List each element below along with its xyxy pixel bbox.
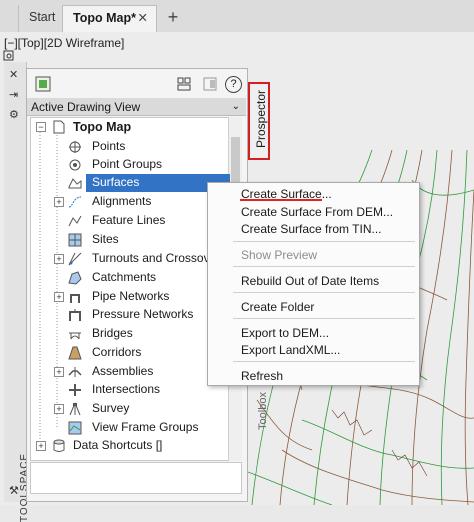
tree-item-label: Bridges [92,326,133,340]
document-tab-bar: Start Topo Map* ✕ + [0,0,474,33]
expand-toggle[interactable]: + [54,292,64,302]
alignments-icon [68,196,82,208]
menu-create-surface-from-tin[interactable]: Create Surface from TIN... [241,222,382,236]
tree-item-label: Catchments [92,270,157,284]
tree-item-label: Assemblies [92,364,154,378]
tree-item-pipe-networks[interactable]: Pipe Networks [66,288,228,306]
intersections-icon [69,384,81,396]
new-tab-button[interactable]: + [160,5,186,32]
tree-item-label: Surfaces [92,175,140,189]
menu-show-preview: Show Preview [241,248,318,262]
view-dropdown-value: Active Drawing View [31,100,141,114]
close-icon[interactable]: ✕ [138,6,148,31]
help-icon[interactable]: ? [225,76,242,93]
tree-item-assemblies[interactable]: Assemblies [66,363,228,381]
feature-lines-icon [68,215,82,227]
tree-item-corridors[interactable]: Corridors [66,344,228,362]
tree-item-label: Pressure Networks [92,307,194,321]
tree-item-label: Points [92,139,126,153]
tree-item-survey[interactable]: Survey [66,400,228,418]
tree-item-label: Feature Lines [92,213,166,227]
tree-item-feature-lines[interactable]: Feature Lines [66,212,228,230]
tab-topo-map[interactable]: Topo Map* ✕ [62,5,157,32]
assemblies-icon [68,367,82,377]
menu-separator [233,241,415,242]
tree-item-label: Turnouts and Crossove [92,251,217,265]
chevron-down-icon: ⌄ [231,101,240,112]
tree-item-label: View Frame Groups [92,420,199,434]
surfaces-icon [68,178,82,189]
menu-separator [233,292,415,293]
tree-item-points[interactable]: Points [66,138,228,156]
corridors-icon [68,346,82,360]
catchments-icon [68,271,82,285]
tree-item-label: Survey [92,401,130,415]
expand-toggle[interactable]: + [36,441,46,451]
menu-rebuild-out-of-date[interactable]: Rebuild Out of Date Items [241,274,379,288]
tree-item-label: Data Shortcuts [] [73,438,163,452]
drawing-view-icon[interactable] [35,76,51,92]
drawing-icon [53,120,65,134]
data-shortcuts-icon [53,439,65,452]
tree-item-label: Intersections [92,382,161,396]
view-frame-groups-icon [68,421,82,435]
tree-item-point-groups[interactable]: Point Groups [66,156,228,174]
prospector-tab-label: Prospector [254,89,268,149]
tree-item-surfaces[interactable]: Surfaces [66,174,228,192]
preview-toggle-icon[interactable] [202,76,218,92]
close-toolspace-icon[interactable]: ✕ [9,68,18,81]
sites-icon [68,233,82,247]
tree-item-label: Sites [92,232,119,246]
view-dropdown[interactable]: Active Drawing View ⌄ [27,98,246,116]
tree-item-data-shortcuts[interactable]: Data Shortcuts [] [50,437,228,455]
tree-item-intersections[interactable]: Intersections [66,381,228,399]
tree-root-label[interactable]: Topo Map [73,120,131,134]
tree-item-catchments[interactable]: Catchments [66,269,228,287]
menu-separator [233,266,415,267]
menu-export-landxml[interactable]: Export LandXML... [241,343,340,357]
tree-item-bridges[interactable]: Bridges [66,325,228,343]
collapse-toggle[interactable]: − [36,122,46,132]
auto-hide-icon[interactable]: ⇥ [9,88,18,101]
pipe-networks-icon [70,294,80,303]
expand-toggle[interactable]: + [54,197,64,207]
menu-create-surface-from-dem[interactable]: Create Surface From DEM... [241,205,393,219]
tree-item-label: Corridors [92,345,142,359]
expand-toggle[interactable]: + [54,367,64,377]
turnouts-icon [68,252,82,266]
tree-item-label: Alignments [92,194,152,208]
menu-refresh[interactable]: Refresh [241,369,283,383]
expand-toggle[interactable]: + [54,254,64,264]
tree-item-sites[interactable]: Sites [66,231,228,249]
tree-item-label: Point Groups [92,157,163,171]
tree-item-alignments[interactable]: Alignments [66,193,228,211]
tab-start[interactable]: Start [18,5,64,32]
tree-item-label: Pipe Networks [92,289,170,303]
pressure-networks-icon [69,309,81,321]
toolbox-tab[interactable]: Toolbox [257,392,269,430]
expand-toggle[interactable]: + [54,404,64,414]
menu-create-folder[interactable]: Create Folder [241,300,314,314]
toolspace-strip: ✕ ⇥ ⚙ TOOLSPACE ⚒ [4,62,30,522]
bridges-icon [69,332,81,340]
tools-icon[interactable]: ⚒ [9,484,19,497]
item-view-pane [30,462,242,494]
annotation-underline [240,199,322,201]
viewport-controls-label[interactable]: [−][Top][2D Wireframe] [4,36,124,50]
tab-topo-map-label: Topo Map* [73,11,136,25]
point-groups-icon [69,159,81,171]
ucs-icon [3,50,14,61]
item-view-icon[interactable] [176,76,192,92]
menu-export-to-dem[interactable]: Export to DEM... [241,326,329,340]
points-icon [69,141,81,153]
menu-separator [233,318,415,319]
tree-item-pressure-networks[interactable]: Pressure Networks [66,306,228,324]
tree-item-turnouts[interactable]: Turnouts and Crossove [66,250,228,268]
menu-separator [233,361,415,362]
properties-gear-icon[interactable]: ⚙ [9,108,19,121]
tree-item-view-frame-groups[interactable]: View Frame Groups [66,419,228,437]
survey-icon [69,402,81,416]
prospector-tab[interactable]: Prospector [248,82,270,160]
tab-start-label: Start [29,10,56,24]
